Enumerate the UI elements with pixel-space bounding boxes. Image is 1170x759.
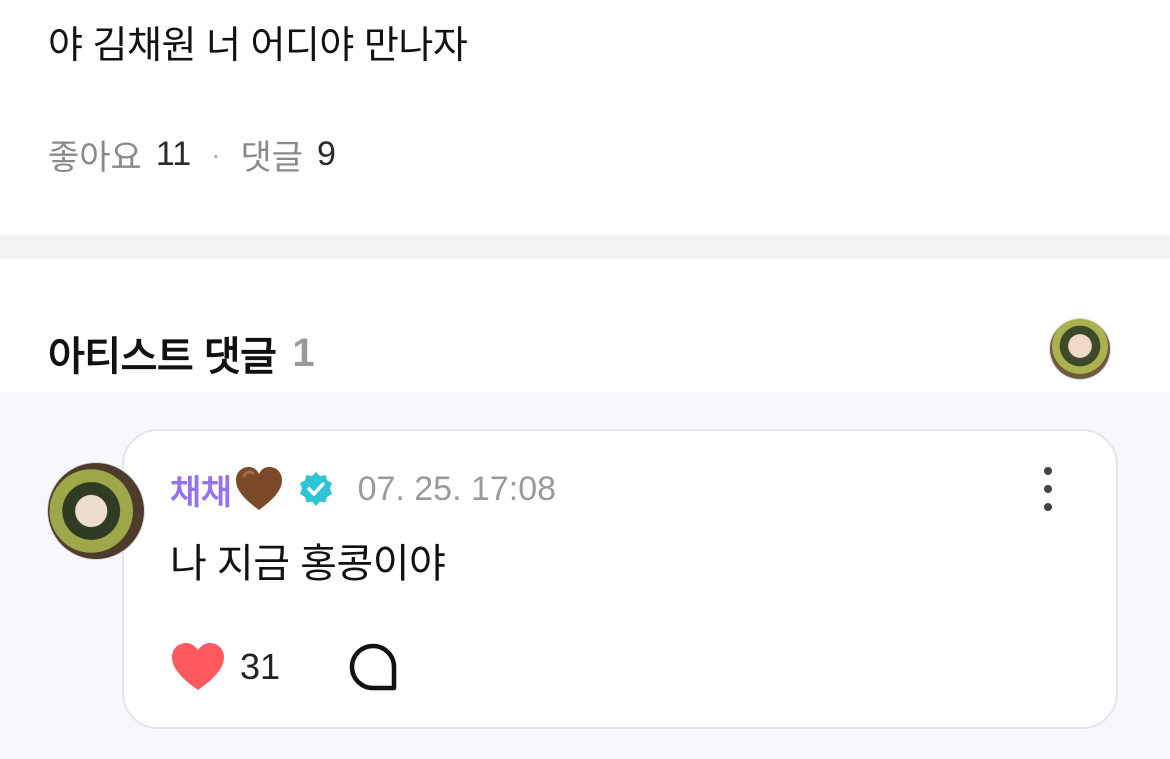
likes-label[interactable]: 좋아요 [48, 130, 142, 179]
reply-button[interactable] [348, 642, 398, 692]
more-dot-icon [1044, 467, 1052, 475]
heart-icon [172, 643, 224, 690]
verified-badge-icon [298, 471, 334, 507]
artist-comments-count: 1 [292, 330, 315, 375]
like-button[interactable]: 31 [170, 642, 280, 692]
brown-heart-icon [234, 466, 284, 512]
comment-author-avatar[interactable] [48, 463, 144, 559]
artist-comments-header: 아티스트 댓글 1 [48, 324, 315, 382]
comment-timestamp: 07. 25. 17:08 [357, 469, 557, 508]
artist-comment-card: 채채 07. 25. 17:08 나 지금 홍콩이야 31 [122, 429, 1118, 729]
post-text: 야 김채원 너 어디야 만나자 [48, 25, 468, 67]
more-options-button[interactable] [1038, 467, 1058, 511]
like-count: 31 [240, 646, 281, 687]
likes-count[interactable]: 11 [156, 135, 191, 174]
speech-bubble-icon [349, 643, 397, 691]
stats-separator: · [211, 138, 221, 170]
comment-actions: 31 [170, 639, 398, 695]
comments-label[interactable]: 댓글 [240, 130, 303, 179]
section-divider [0, 235, 1170, 259]
artist-comments-title: 아티스트 댓글 [48, 335, 277, 379]
comments-count[interactable]: 9 [317, 135, 336, 174]
comment-meta: 채채 07. 25. 17:08 [170, 465, 556, 513]
comment-author-name[interactable]: 채채 [170, 465, 232, 514]
more-dot-icon [1044, 485, 1052, 493]
more-dot-icon [1044, 503, 1052, 511]
post-stats: 좋아요 11 · 댓글 9 [48, 130, 336, 179]
comment-text: 나 지금 홍콩이야 [170, 542, 446, 586]
artist-avatar-small[interactable] [1050, 319, 1110, 379]
